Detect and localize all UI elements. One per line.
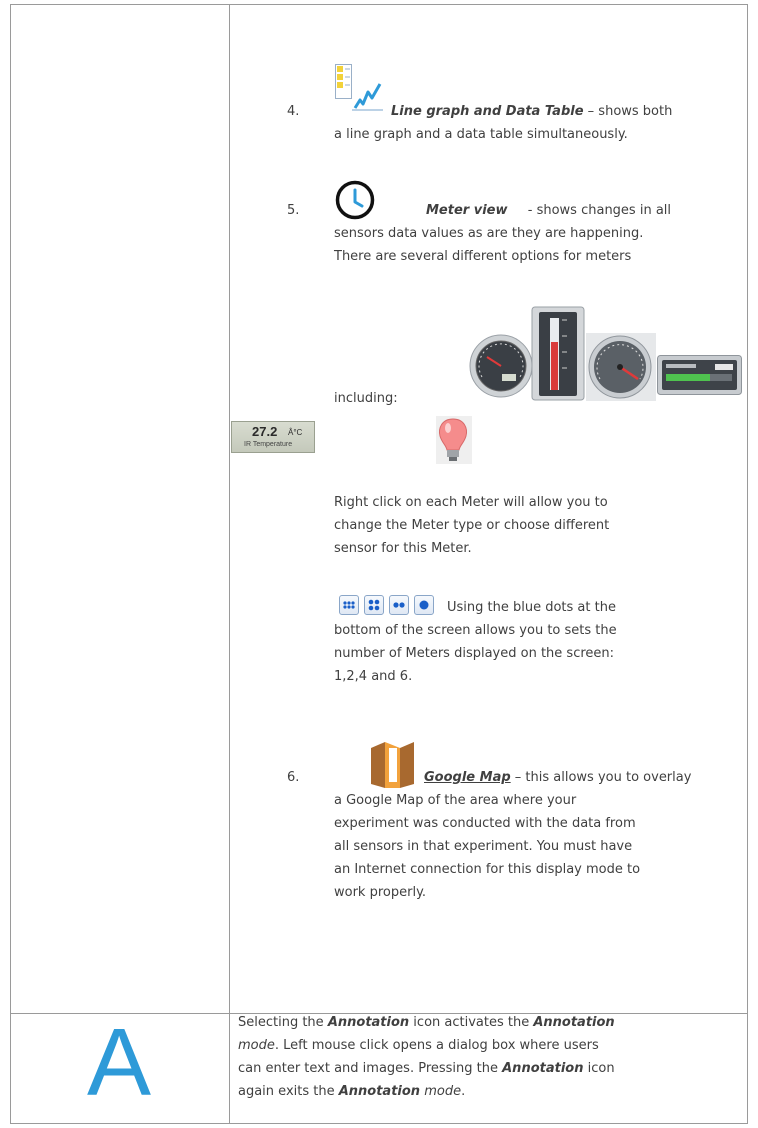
two-meters-dots-icon xyxy=(389,595,409,615)
item-4-text-1: – shows both xyxy=(587,104,673,119)
item-4-line-1: Line graph and Data Table – shows both xyxy=(391,101,741,122)
right-click-line-1: Right click on each Meter will allow you… xyxy=(334,495,608,510)
item-5-text-2: sensors data values as are they are happ… xyxy=(334,226,644,241)
right-click-line-3: sensor for this Meter. xyxy=(334,541,472,556)
lcd-meter-unit: Â°C xyxy=(288,428,303,437)
column-divider xyxy=(229,5,230,1123)
item-5-text-1: - shows changes in all xyxy=(527,203,672,218)
annotation-line-1-segment: icon activates the xyxy=(409,1015,534,1030)
item-6-text-6: work properly. xyxy=(334,885,427,900)
item-6-text-3: experiment was conducted with the data f… xyxy=(334,816,636,831)
dots-line-4: 1,2,4 and 6. xyxy=(334,669,413,684)
dial-gauge-meter-icon xyxy=(586,333,656,401)
dots-line-3: number of Meters displayed on the screen… xyxy=(334,646,615,661)
annotation-line-3: can enter text and images. Pressing the … xyxy=(238,1058,743,1079)
lcd-meter-icon: 27.2 Â°C IR Temperature xyxy=(231,421,315,453)
one-meter-dot-icon xyxy=(414,595,434,615)
including-label: including: xyxy=(334,391,398,406)
annotation-line-2: mode. Left mouse click opens a dialog bo… xyxy=(238,1035,743,1056)
item-5-title: Meter view xyxy=(426,203,508,218)
four-meters-dots-icon xyxy=(364,595,384,615)
item-4-title: Line graph and Data Table xyxy=(391,104,584,119)
item-6-number: 6. xyxy=(287,770,300,785)
annotation-line-1-segment: Annotation xyxy=(533,1015,615,1030)
item-5-text-3: There are several different options for … xyxy=(334,249,632,264)
line-graph-table-icon xyxy=(335,64,383,111)
six-meters-dots-icon xyxy=(339,595,359,615)
item-4-text-2: a line graph and a data table simultaneo… xyxy=(334,127,628,142)
document-page: 4. Line graph and Data Table – shows bot… xyxy=(0,0,758,1128)
clock-icon xyxy=(335,180,375,220)
annotation-line-1-segment: Annotation xyxy=(327,1015,410,1030)
annotation-line-3-segment: Annotation xyxy=(502,1061,584,1076)
round-gauge-meter-icon xyxy=(469,334,533,398)
annotation-line-4-segment: . xyxy=(461,1084,466,1099)
annotation-line-1: Selecting the Annotation icon activates … xyxy=(238,1012,743,1033)
item-5-line-1: Meter view - shows changes in all xyxy=(426,200,742,221)
content-table xyxy=(10,4,748,1124)
item-6-text-5: an Internet connection for this display … xyxy=(334,862,641,877)
annotation-line-3-segment: icon xyxy=(583,1061,615,1076)
dots-line-1: Using the blue dots at the xyxy=(447,600,616,615)
dots-line-2: bottom of the screen allows you to sets … xyxy=(334,623,617,638)
annotation-line-4-segment: mode xyxy=(424,1084,462,1099)
item-6-text-2: a Google Map of the area where your xyxy=(334,793,577,808)
annotation-line-4: again exits the Annotation mode. xyxy=(238,1081,743,1102)
annotation-line-4-segment: again exits the xyxy=(238,1084,339,1099)
annotation-line-4-segment: Annotation xyxy=(338,1084,421,1099)
item-6-title: Google Map xyxy=(424,770,511,785)
item-6-text-1: – this allows you to overlay xyxy=(514,770,692,785)
annotation-line-2-segment: mode xyxy=(238,1038,275,1053)
annotation-line-1-segment: Selecting the xyxy=(238,1015,328,1030)
thermometer-meter-icon xyxy=(531,306,585,401)
digital-bar-meter-icon xyxy=(657,355,742,395)
item-6-line-1: Google Map – this allows you to overlay xyxy=(424,767,744,788)
lcd-meter-value: 27.2 xyxy=(252,424,278,439)
annotation-line-3-segment: can enter text and images. Pressing the xyxy=(238,1061,503,1076)
annotation-icon: A xyxy=(86,1009,152,1116)
map-icon xyxy=(371,742,414,788)
annotation-line-2-segment: . Left mouse click opens a dialog box wh… xyxy=(274,1038,599,1053)
lcd-meter-label: IR Temperature xyxy=(244,441,293,448)
item-5-number: 5. xyxy=(287,203,300,218)
right-click-line-2: change the Meter type or choose differen… xyxy=(334,518,610,533)
item-4-number: 4. xyxy=(287,104,300,119)
item-6-text-4: all sensors in that experiment. You must… xyxy=(334,839,633,854)
light-bulb-meter-icon xyxy=(436,416,472,464)
